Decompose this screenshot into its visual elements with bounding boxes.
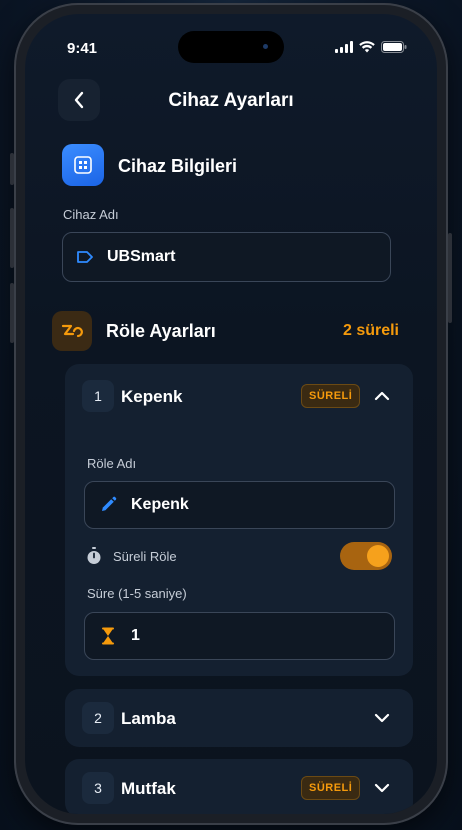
relay-number-2: 2	[82, 702, 114, 734]
status-icons	[335, 41, 407, 53]
relay-card-1: 1 Kepenk SÜRELİ Röle Adı Kepenk Süreli R…	[65, 364, 413, 676]
chevron-down-icon	[374, 713, 390, 723]
timed-relay-label: Süreli Röle	[113, 549, 177, 564]
collapse-button-1[interactable]	[372, 386, 392, 406]
toggle-knob	[367, 545, 389, 567]
relay-title-1: Kepenk	[121, 387, 183, 406]
expand-button-2[interactable]	[372, 708, 392, 728]
screen: 9:41 Cihaz Ayarları Cihaz Bilgileri Ciha…	[25, 14, 437, 814]
relay-section-title: Röle Ayarları	[106, 321, 216, 341]
relay-card-3[interactable]: 3 Mutfak SÜRELİ	[65, 759, 413, 814]
relay-name-value: Kepenk	[131, 496, 189, 513]
chevron-down-icon	[374, 783, 390, 793]
camera-dot	[263, 44, 268, 49]
duration-label: Süre (1-5 saniye)	[87, 586, 187, 601]
relay-card-2[interactable]: 2 Lamba	[65, 689, 413, 747]
phone-frame: 9:41 Cihaz Ayarları Cihaz Bilgileri Ciha…	[10, 3, 452, 825]
mute-switch	[10, 153, 14, 185]
grid-chip-icon	[74, 156, 92, 174]
relay-name-field[interactable]: Kepenk	[84, 481, 395, 529]
volume-down-button	[10, 283, 14, 343]
timed-badge-1: SÜRELİ	[301, 384, 361, 408]
battery-icon	[381, 41, 407, 53]
device-name-field[interactable]: UBSmart	[62, 232, 391, 282]
timed-relay-toggle[interactable]	[340, 542, 392, 570]
relay-title-3: Mutfak	[121, 779, 176, 798]
relay-title-2: Lamba	[121, 709, 176, 728]
duration-value: 1	[131, 627, 140, 644]
device-section-icon	[62, 144, 104, 186]
timed-count: 2 süreli	[342, 322, 399, 339]
relay-name-label: Röle Adı	[87, 456, 137, 471]
relay-icon	[61, 324, 83, 338]
relay-number-3: 3	[82, 772, 114, 804]
duration-field[interactable]: 1	[84, 612, 395, 660]
status-time: 9:41	[67, 40, 98, 57]
hourglass-icon	[85, 627, 131, 645]
relay-number-1: 1	[82, 380, 114, 412]
dynamic-island	[178, 31, 284, 63]
chevron-up-icon	[374, 391, 390, 401]
signal-icon	[335, 41, 353, 53]
power-button	[448, 233, 452, 323]
pencil-icon	[85, 496, 131, 514]
tag-icon	[63, 250, 107, 264]
page-title: Cihaz Ayarları	[168, 90, 294, 111]
stopwatch-icon	[86, 547, 102, 570]
device-name-label: Cihaz Adı	[63, 207, 119, 222]
expand-button-3[interactable]	[372, 778, 392, 798]
status-bar: 9:41	[25, 14, 437, 68]
device-section-title: Cihaz Bilgileri	[118, 156, 238, 176]
volume-up-button	[10, 208, 14, 268]
timed-badge-3: SÜRELİ	[301, 776, 361, 800]
device-name-value: UBSmart	[107, 248, 176, 265]
relay-section-icon	[52, 311, 92, 351]
wifi-icon	[359, 41, 375, 53]
